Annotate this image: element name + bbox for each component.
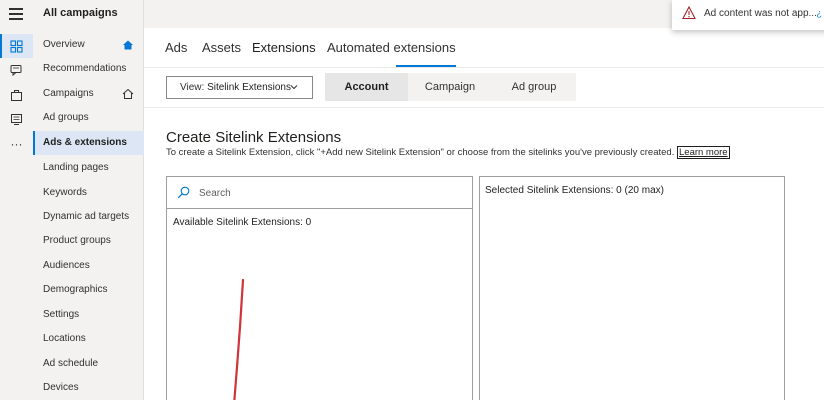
sidebar-item-label: Overview: [43, 39, 85, 50]
description-text: To create a Sitelink Extension, click "+…: [166, 147, 675, 158]
sidebar-item-label: Dynamic ad targets: [43, 211, 130, 222]
warning-icon: [682, 6, 696, 20]
sidebar-nav: All campaigns Overview Recommendations C…: [33, 0, 144, 400]
rail-more-icon[interactable]: ···: [0, 132, 33, 156]
tab-ads[interactable]: Ads: [165, 40, 187, 55]
view-prefix: View:: [180, 82, 205, 93]
sidebar-item-devices[interactable]: Devices: [33, 376, 144, 400]
toast-message: Ad content was not app...: [704, 8, 817, 19]
rail-campaigns-icon[interactable]: [0, 34, 33, 58]
view-value: Sitelink Extensions: [207, 82, 291, 93]
sidebar-item-recommendations[interactable]: Recommendations: [33, 57, 144, 81]
rail-briefcase-icon[interactable]: [0, 83, 33, 107]
rail-reports-icon[interactable]: [0, 107, 33, 131]
sidebar-item-label: Keywords: [43, 187, 87, 198]
home-outline-icon[interactable]: [122, 88, 134, 100]
page-title: All campaigns: [43, 7, 118, 19]
tab-assets[interactable]: Assets: [202, 40, 241, 55]
home-icon: [123, 40, 133, 50]
view-toolbar: View: Sitelink Extensions Account Campai…: [144, 68, 824, 108]
sidebar-item-audiences[interactable]: Audiences: [33, 254, 144, 278]
sidebar-item-locations[interactable]: Locations: [33, 327, 144, 351]
sidebar-item-keywords[interactable]: Keywords: [33, 181, 144, 205]
sidebar-item-label: Audiences: [43, 260, 90, 271]
section-description: To create a Sitelink Extension, click "+…: [166, 146, 730, 159]
red-annotation-stroke: [233, 278, 245, 400]
view-dropdown[interactable]: View: Sitelink Extensions: [166, 76, 313, 99]
available-extensions-panel: Available Sitelink Extensions: 0: [166, 176, 473, 400]
sidebar-item-landing-pages[interactable]: Landing pages: [33, 156, 144, 180]
learn-more-link[interactable]: Learn more: [677, 146, 730, 159]
sidebar-item-label: Devices: [43, 382, 79, 393]
tab-extensions[interactable]: Extensions: [252, 40, 316, 55]
sidebar-item-campaigns[interactable]: Campaigns: [33, 82, 144, 106]
sidebar-item-label: Demographics: [43, 284, 108, 295]
scope-account[interactable]: Account: [325, 73, 408, 101]
sidebar-item-label: Locations: [43, 333, 86, 344]
selected-extensions-panel: Selected Sitelink Extensions: 0 (20 max): [479, 176, 785, 400]
sidebar-item-label: Campaigns: [43, 88, 94, 99]
sidebar-item-settings[interactable]: Settings: [33, 303, 144, 327]
scope-ad-group[interactable]: Ad group: [492, 73, 576, 101]
tab-selected-indicator: [396, 65, 456, 67]
main-tabs: Ads Assets Extensions Automated extensio…: [144, 28, 824, 68]
sidebar-item-label: Recommendations: [43, 63, 127, 74]
selected-extensions-label: Selected Sitelink Extensions: 0 (20 max): [485, 185, 664, 196]
sidebar-item-ads-extensions[interactable]: Ads & extensions: [33, 131, 144, 155]
hamburger-menu-icon[interactable]: [9, 8, 23, 20]
sidebar-item-label: Ad groups: [43, 112, 89, 123]
sidebar-item-label: Ads & extensions: [43, 137, 127, 148]
warning-toast[interactable]: Ad content was not app... ¿: [672, 0, 824, 30]
section-heading: Create Sitelink Extensions: [166, 129, 342, 146]
sidebar-item-demographics[interactable]: Demographics: [33, 278, 144, 302]
sidebar-item-product-groups[interactable]: Product groups: [33, 229, 144, 253]
scope-segmented-control: Account Campaign Ad group: [325, 73, 576, 101]
tab-automated-extensions[interactable]: Automated extensions: [327, 40, 456, 55]
toast-trailing: ¿: [816, 8, 823, 18]
sidebar-item-dynamic-ad-targets[interactable]: Dynamic ad targets: [33, 205, 144, 229]
sidebar-item-ad-schedule[interactable]: Ad schedule: [33, 352, 144, 376]
sidebar-item-label: Settings: [43, 309, 80, 320]
sidebar-item-ad-groups[interactable]: Ad groups: [33, 106, 144, 130]
sidebar-item-label: Product groups: [43, 235, 111, 246]
rail-chat-icon[interactable]: [0, 58, 33, 82]
scope-campaign[interactable]: Campaign: [408, 73, 492, 101]
left-rail: ···: [0, 0, 33, 400]
sidebar-item-label: Ad schedule: [43, 358, 99, 369]
sidebar-item-label: Landing pages: [43, 162, 109, 173]
chevron-down-icon: [290, 85, 298, 90]
sidebar-item-overview[interactable]: Overview: [33, 33, 144, 57]
